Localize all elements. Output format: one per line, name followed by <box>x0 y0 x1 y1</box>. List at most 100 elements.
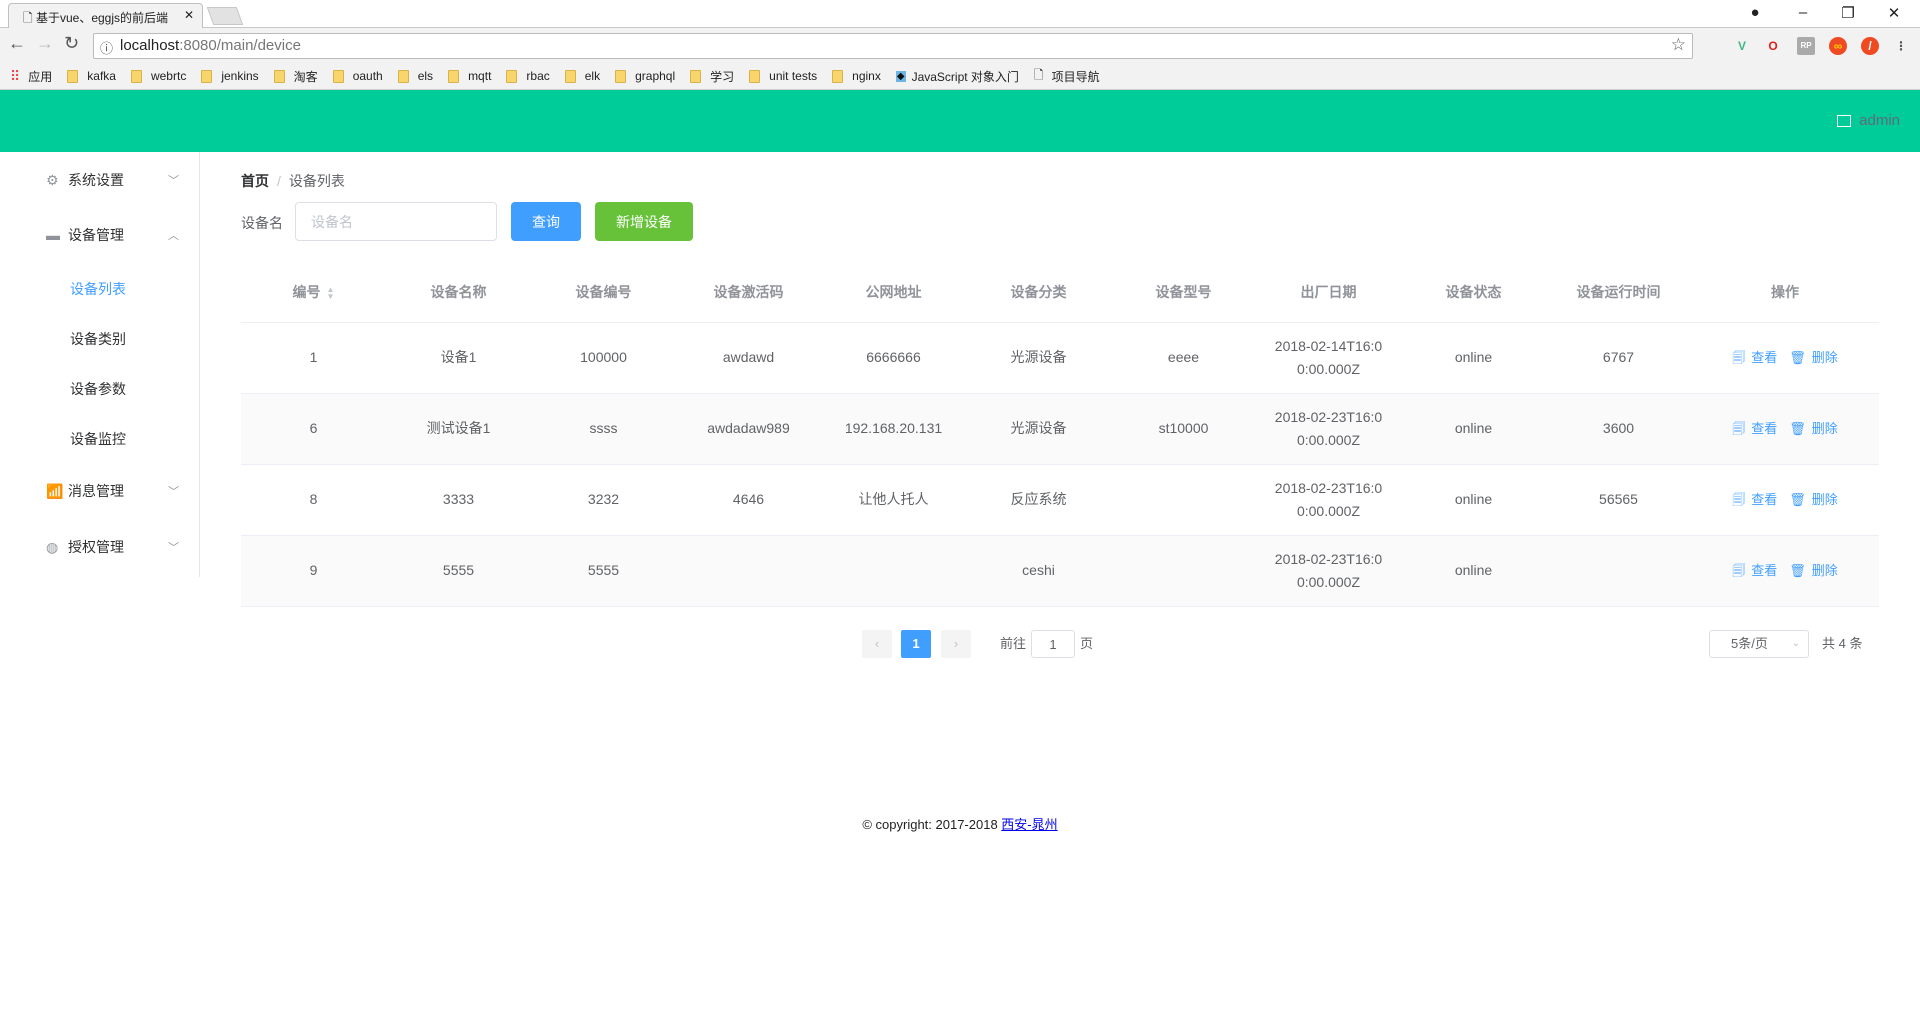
sidebar-item-system-settings[interactable]: ⚙ 系统设置 ﹀ <box>0 155 199 205</box>
device-name-label: 设备名 <box>241 215 283 231</box>
bookmark-label: oauth <box>352 69 383 83</box>
breadcrumb: 首页 / 设备列表 <box>241 171 345 191</box>
bookmark-star-icon[interactable]: ☆ <box>1671 35 1686 55</box>
sidebar-item-device-category[interactable]: 设备类别 <box>0 314 199 364</box>
bookmark-item[interactable]: graphql <box>615 69 675 83</box>
table-cell <box>1111 535 1256 607</box>
reload-icon[interactable]: ↻ <box>64 33 79 54</box>
url-host: localhost <box>120 37 180 54</box>
prev-page-button[interactable]: ‹ <box>862 630 892 658</box>
rp-extension-icon[interactable]: RP <box>1797 37 1815 55</box>
sidebar-item-device-monitor[interactable]: 设备监控 <box>0 414 199 464</box>
bookmark-item[interactable]: elk <box>564 69 600 83</box>
address-bar[interactable]: ⓘ localhost:8080/main/device ☆ <box>93 33 1693 59</box>
delete-button[interactable]: 🗑 删除 <box>1789 350 1838 365</box>
globe-icon: ◍ <box>46 538 59 555</box>
minimize-button[interactable]: – <box>1788 4 1818 21</box>
infinity-extension-icon[interactable]: ∞ <box>1829 37 1847 55</box>
profile-icon[interactable]: ● <box>1740 4 1770 21</box>
device-icon: ▬ <box>46 227 60 243</box>
sidebar-item-device-params[interactable]: 设备参数 <box>0 364 199 414</box>
close-tab-icon[interactable]: ✕ <box>184 8 194 22</box>
folder-icon <box>130 69 142 83</box>
column-header: 公网地址 <box>821 262 966 323</box>
add-device-button[interactable]: 新增设备 <box>595 202 693 241</box>
folder-icon <box>273 69 285 83</box>
bookmark-item[interactable]: oauth <box>332 69 383 83</box>
sidebar-item-auth-management[interactable]: ◍ 授权管理 ﹀ <box>0 522 199 572</box>
folder-icon <box>397 69 409 83</box>
view-button[interactable]: 🗐 查看 <box>1732 492 1777 507</box>
opera-icon[interactable]: O <box>1764 37 1782 55</box>
bookmark-item[interactable]: 🗋 项目导航 <box>1034 66 1100 87</box>
bookmark-item[interactable]: 淘客 <box>273 68 318 85</box>
delete-button[interactable]: 🗑 删除 <box>1789 492 1838 507</box>
menu-icon[interactable]: ⋮ <box>1892 37 1910 55</box>
table-cell: 3600 <box>1546 393 1691 465</box>
author-link[interactable]: 西安-晁州 <box>1001 817 1057 832</box>
column-header-label: 设备激活码 <box>713 283 784 300</box>
query-button[interactable]: 查询 <box>511 202 581 241</box>
forward-icon[interactable]: → <box>36 33 54 54</box>
folder-icon <box>564 69 576 83</box>
bookmark-item[interactable]: ⠿ 应用 <box>10 68 52 85</box>
info-icon: ⓘ <box>100 41 114 56</box>
bookmark-item[interactable]: rbac <box>506 69 550 83</box>
delete-button[interactable]: 🗑 删除 <box>1789 421 1838 436</box>
table-cell: ceshi <box>966 535 1111 607</box>
actions-cell: 🗐 查看 🗑 删除 <box>1691 535 1879 607</box>
browser-tab[interactable]: 🗋 基于vue、eggjs的前后端 ✕ <box>8 3 203 29</box>
next-page-button[interactable]: › <box>941 630 971 658</box>
bookmark-item[interactable]: jenkins <box>201 69 259 83</box>
total-count: 共 4 条 <box>1822 636 1863 651</box>
table-row: 9 5555 5555 ceshi 2018-02-23T16:00:00.000Z on… <box>241 535 1879 607</box>
sidebar-item-device-management[interactable]: ▬ 设备管理 ︿ <box>0 210 199 260</box>
bookmark-item[interactable]: ◆ JavaScript 对象入门 <box>895 68 1019 85</box>
bookmark-item[interactable]: 学习 <box>690 68 734 85</box>
table-cell: 3232 <box>531 464 676 536</box>
device-name-input[interactable] <box>295 202 497 241</box>
table-cell <box>676 535 821 607</box>
view-button[interactable]: 🗐 查看 <box>1732 350 1777 365</box>
close-window-button[interactable]: ✕ <box>1879 4 1909 22</box>
user-menu[interactable]: admin <box>1837 112 1900 129</box>
table-cell: 9 <box>241 535 386 607</box>
bookmark-label: kafka <box>87 69 116 83</box>
vue-devtools-icon[interactable]: V <box>1733 37 1751 55</box>
column-header-label: 设备编号 <box>575 283 632 300</box>
goto-page-input[interactable] <box>1031 630 1075 658</box>
breadcrumb-current: 设备列表 <box>288 173 345 189</box>
label: 设备参数 <box>70 381 126 397</box>
browser-tab-bar: 🗋 基于vue、eggjs的前后端 ✕ ● – ❐ ✕ <box>0 0 1920 29</box>
bookmark-label: JavaScript 对象入门 <box>911 69 1019 84</box>
view-button[interactable]: 🗐 查看 <box>1732 421 1777 436</box>
bookmark-item[interactable]: webrtc <box>130 69 186 83</box>
page-1-button[interactable]: 1 <box>901 630 931 658</box>
pen-extension-icon[interactable]: / <box>1861 37 1879 55</box>
sort-icon[interactable]: ▲ ▼ <box>327 286 335 301</box>
column-header[interactable]: 编号 ▲ ▼ <box>241 262 386 323</box>
table-header-row: 编号 ▲ ▼ 设备名称 设备编号 设备激活码 公网地址 设备分类 设备型号 出厂日期 设备状态 设备运… <box>241 262 1879 323</box>
bookmark-item[interactable]: mqtt <box>448 69 491 83</box>
bookmark-item[interactable]: kafka <box>67 69 116 83</box>
delete-label: 删除 <box>1811 563 1838 578</box>
site-icon: ◆ <box>895 70 906 82</box>
page-size-select[interactable]: 5条/页 ⌄ <box>1709 630 1809 658</box>
table-cell: 反应系统 <box>966 464 1111 536</box>
new-tab-button[interactable] <box>206 7 244 25</box>
table-cell: online <box>1401 535 1546 607</box>
breadcrumb-home[interactable]: 首页 <box>241 173 269 189</box>
label: 设备监控 <box>70 431 126 447</box>
bookmark-item[interactable]: els <box>397 69 433 83</box>
sidebar-item-device-list[interactable]: 设备列表 <box>0 264 199 314</box>
table-cell: 6 <box>241 393 386 465</box>
view-button[interactable]: 🗐 查看 <box>1732 563 1777 578</box>
sidebar: ⚙ 系统设置 ﹀ ▬ 设备管理 ︿ 设备列表 设备类别 设备参数 设备监控 📶 消息管理 ﹀… <box>0 152 200 577</box>
back-icon[interactable]: ← <box>8 33 26 54</box>
bookmark-item[interactable]: unit tests <box>749 69 817 83</box>
sidebar-item-message-management[interactable]: 📶 消息管理 ﹀ <box>0 466 199 516</box>
restore-button[interactable]: ❐ <box>1833 4 1863 22</box>
delete-button[interactable]: 🗑 删除 <box>1789 563 1838 578</box>
bookmark-item[interactable]: nginx <box>832 69 881 83</box>
table-cell: 让他人托人 <box>821 464 966 536</box>
